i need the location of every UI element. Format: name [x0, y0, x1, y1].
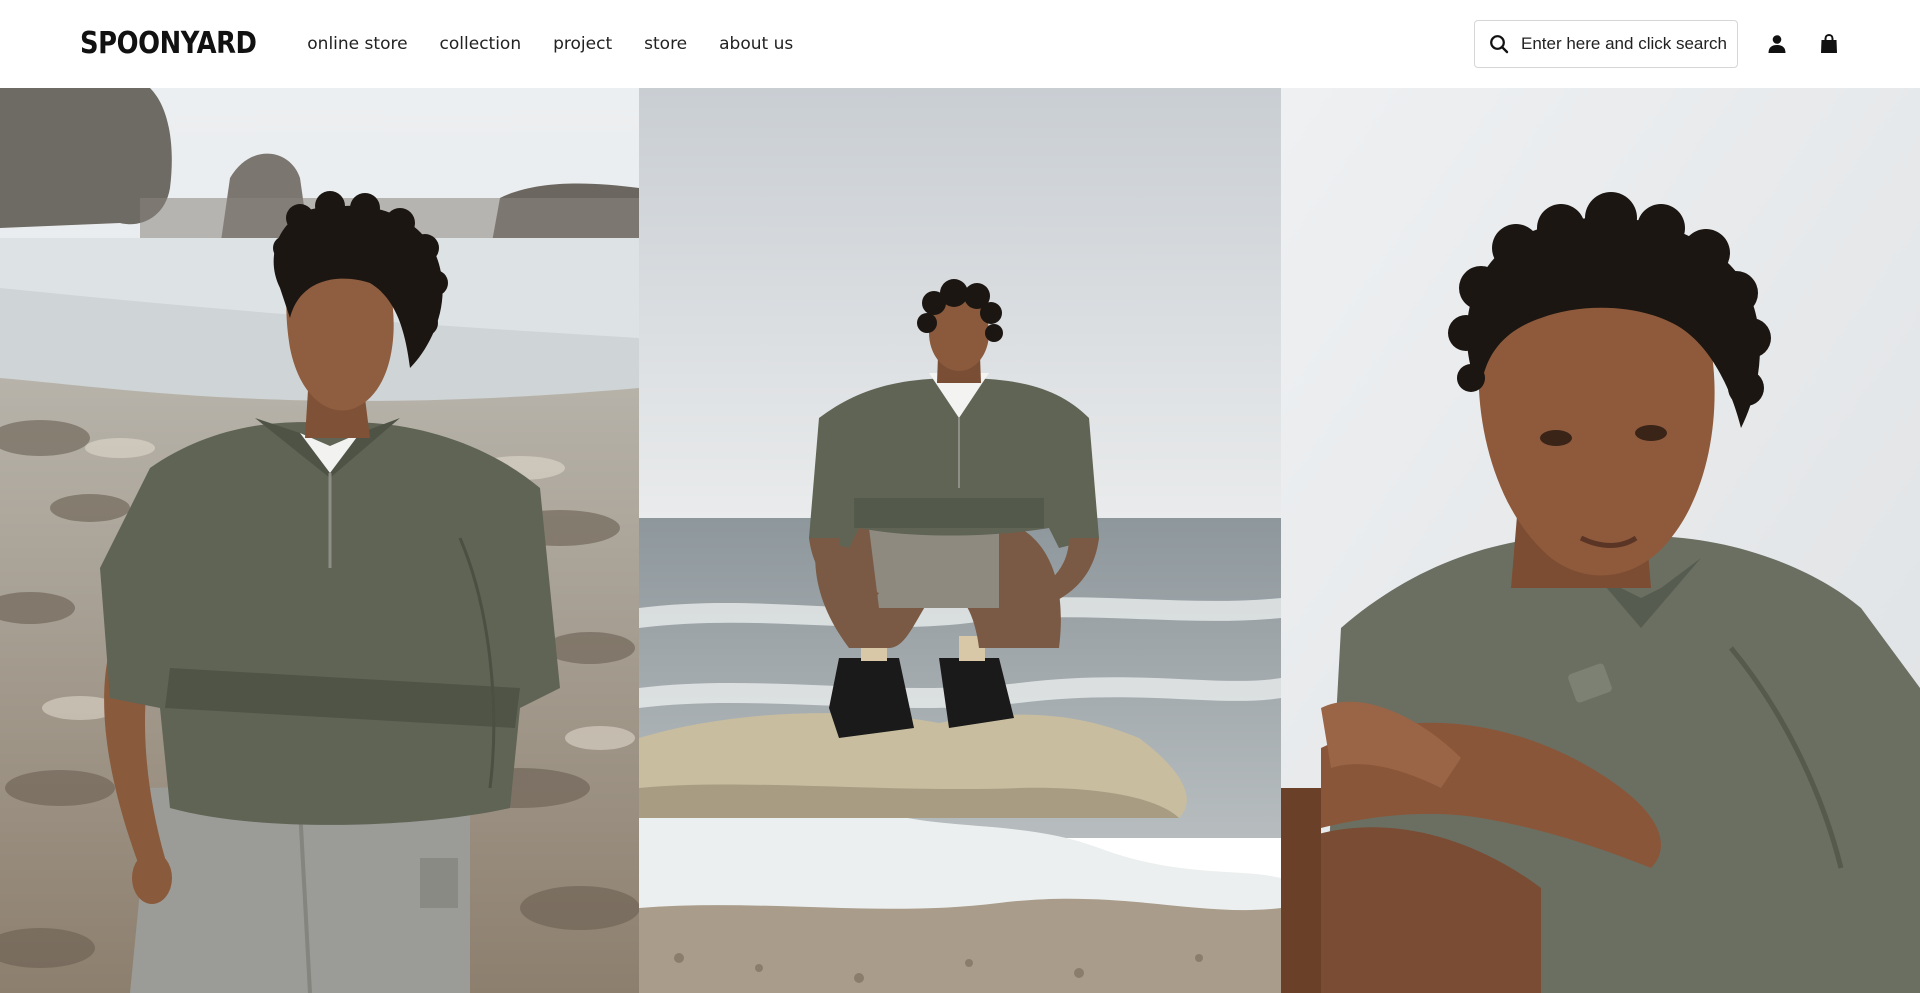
hero-image-1[interactable] — [0, 88, 639, 993]
user-icon — [1768, 35, 1786, 53]
hero-image-2[interactable] — [639, 88, 1281, 993]
brand-logo[interactable]: SPOONYARD — [80, 29, 257, 59]
model-portrait-closeup-photo — [1281, 88, 1920, 993]
search-box[interactable] — [1474, 20, 1738, 68]
search-input[interactable] — [1521, 34, 1731, 54]
model-crouching-on-rock-photo — [639, 88, 1281, 993]
cart-button[interactable] — [1818, 33, 1840, 55]
hero-image-3[interactable] — [1281, 88, 1920, 993]
nav-collection[interactable]: collection — [440, 34, 522, 54]
nav-online-store[interactable]: online store — [307, 34, 407, 54]
nav-store[interactable]: store — [644, 34, 687, 54]
main-nav: online store collection project store ab… — [307, 34, 793, 54]
nav-project[interactable]: project — [553, 34, 612, 54]
nav-about-us[interactable]: about us — [719, 34, 793, 54]
shopping-bag-icon — [1821, 34, 1837, 53]
site-header: SPOONYARD online store collection projec… — [0, 0, 1920, 88]
search-icon[interactable] — [1489, 34, 1509, 54]
hero-gallery — [0, 88, 1920, 993]
account-button[interactable] — [1766, 33, 1788, 55]
model-on-rocky-beach-photo — [0, 88, 639, 993]
